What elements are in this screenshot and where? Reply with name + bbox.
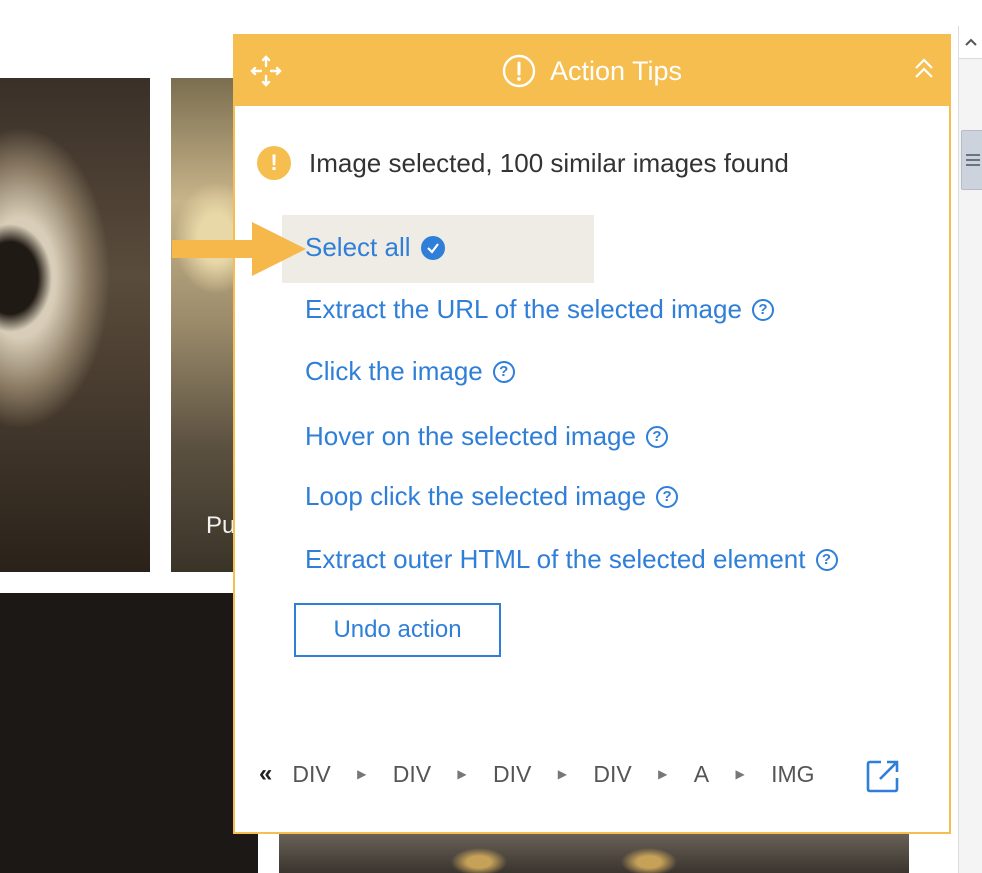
help-icon[interactable]: ? xyxy=(656,485,679,508)
dog-image[interactable]: Pu xyxy=(171,78,241,572)
element-breadcrumb: « DIV ▶ DIV ▶ DIV ▶ DIV ▶ A ▶ IMG xyxy=(259,760,815,788)
breadcrumb-item[interactable]: DIV xyxy=(292,761,330,788)
collapse-icon[interactable] xyxy=(913,56,935,82)
expand-left-icon[interactable]: « xyxy=(259,760,272,788)
husky-image[interactable] xyxy=(279,834,909,873)
status-message-text: Image selected, 100 similar images found xyxy=(309,147,789,178)
loop-click-option[interactable]: Loop click the selected image ? xyxy=(305,481,679,512)
warning-icon: ! xyxy=(257,146,291,180)
undo-button[interactable]: Undo action xyxy=(294,603,501,657)
breadcrumb-item[interactable]: DIV xyxy=(393,761,431,788)
help-icon[interactable]: ? xyxy=(751,298,774,321)
caret-right-icon: ▶ xyxy=(457,767,467,781)
click-image-label: Click the image xyxy=(305,356,483,386)
breadcrumb-item[interactable]: IMG xyxy=(771,761,814,788)
grip-icon xyxy=(966,154,980,166)
breadcrumb-item[interactable]: DIV xyxy=(493,761,531,788)
panel-title: Action Tips xyxy=(549,55,683,86)
extract-url-option[interactable]: Extract the URL of the selected image ? xyxy=(305,294,774,325)
hover-image-label: Hover on the selected image xyxy=(305,421,636,451)
chevron-up-icon xyxy=(965,38,977,46)
select-all-label: Select all xyxy=(305,232,411,262)
scroll-thumb[interactable] xyxy=(961,130,982,190)
help-icon[interactable]: ? xyxy=(492,360,515,383)
breadcrumb-item[interactable]: A xyxy=(694,761,709,788)
extract-html-option[interactable]: Extract outer HTML of the selected eleme… xyxy=(305,544,838,575)
help-icon[interactable]: ? xyxy=(645,425,668,448)
page-scrollbar[interactable] xyxy=(958,26,982,873)
loop-click-label: Loop click the selected image xyxy=(305,481,647,511)
scroll-up-button[interactable] xyxy=(959,26,982,59)
help-icon[interactable]: ? xyxy=(815,548,838,571)
action-tips-panel: Action Tips ! Image selected, 100 simila… xyxy=(233,34,951,834)
open-external-icon[interactable] xyxy=(865,758,901,794)
panel-header[interactable]: Action Tips xyxy=(235,36,949,106)
pug-image[interactable] xyxy=(0,78,150,572)
caret-right-icon: ▶ xyxy=(658,767,668,781)
image-caption-partial: Pu xyxy=(206,512,236,539)
caret-right-icon: ▶ xyxy=(357,767,367,781)
extract-url-label: Extract the URL of the selected image xyxy=(305,294,742,324)
check-circle-icon xyxy=(420,235,445,260)
info-alert-icon xyxy=(502,54,536,88)
dark-image[interactable] xyxy=(0,593,258,873)
extract-html-label: Extract outer HTML of the selected eleme… xyxy=(305,544,806,574)
status-message: ! Image selected, 100 similar images fou… xyxy=(257,146,789,180)
caret-right-icon: ▶ xyxy=(735,767,745,781)
hover-image-option[interactable]: Hover on the selected image ? xyxy=(305,421,668,452)
caret-right-icon: ▶ xyxy=(557,767,567,781)
pointer-arrow-icon xyxy=(172,222,306,276)
breadcrumb-item[interactable]: DIV xyxy=(593,761,631,788)
click-image-option[interactable]: Click the image ? xyxy=(305,356,515,387)
select-all-option[interactable]: Select all xyxy=(305,232,445,263)
